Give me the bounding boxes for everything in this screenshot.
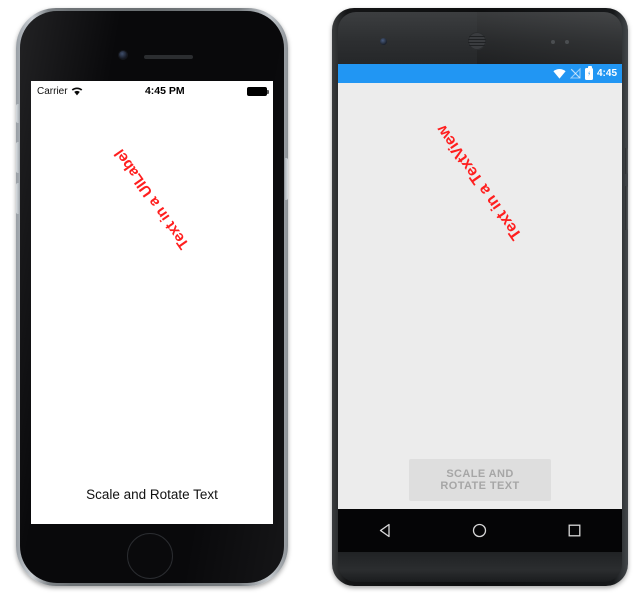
back-triangle-icon[interactable]: [377, 522, 394, 539]
proximity-sensor-icon: [551, 40, 555, 44]
iphone-device: Carrier 4:45 PM Text in a UILabel Scale …: [16, 8, 288, 586]
battery-full-icon: [247, 86, 269, 96]
android-status-bar: 4:45: [338, 64, 622, 83]
front-camera-icon: [380, 38, 387, 45]
android-rotated-label: Text in a TextView: [433, 121, 526, 243]
iphone-screen: Carrier 4:45 PM Text in a UILabel Scale …: [31, 81, 273, 524]
ios-status-left: Carrier: [37, 86, 83, 97]
ios-status-bar: Carrier 4:45 PM: [31, 81, 273, 101]
volume-down-button[interactable]: [16, 183, 19, 214]
volume-up-button[interactable]: [16, 142, 19, 173]
android-device: 4:45 Text in a TextView SCALE AND ROTATE…: [332, 8, 628, 586]
scale-and-rotate-text-button[interactable]: SCALE AND ROTATE TEXT: [409, 459, 551, 501]
ios-clock: 4:45 PM: [144, 85, 185, 97]
ios-bottom-label: Scale and Rotate Text: [86, 487, 218, 502]
light-sensor-icon: [565, 40, 569, 44]
android-bottom-bezel: [338, 552, 622, 582]
battery-charging-icon: [584, 65, 593, 80]
home-circle-icon[interactable]: [471, 522, 488, 539]
wifi-icon: [553, 68, 566, 79]
power-button[interactable]: [285, 158, 288, 200]
ios-rotated-label: Text in a UILabel: [111, 145, 193, 253]
earpiece-speaker: [144, 55, 193, 59]
home-button[interactable]: [127, 533, 173, 579]
android-navigation-bar: [338, 509, 622, 552]
carrier-label: Carrier: [37, 85, 68, 97]
recents-square-icon[interactable]: [566, 522, 583, 539]
front-camera-icon: [119, 51, 127, 59]
android-clock: 4:45: [596, 68, 617, 79]
android-screen: 4:45 Text in a TextView SCALE AND ROTATE…: [338, 64, 622, 509]
volume-rocker[interactable]: [625, 186, 628, 230]
ios-status-right: [247, 86, 269, 96]
ring-silent-switch[interactable]: [16, 104, 19, 123]
power-button[interactable]: [625, 148, 628, 174]
signal-off-icon: [569, 68, 581, 79]
wifi-icon: [71, 86, 82, 95]
earpiece-speaker: [468, 32, 486, 50]
